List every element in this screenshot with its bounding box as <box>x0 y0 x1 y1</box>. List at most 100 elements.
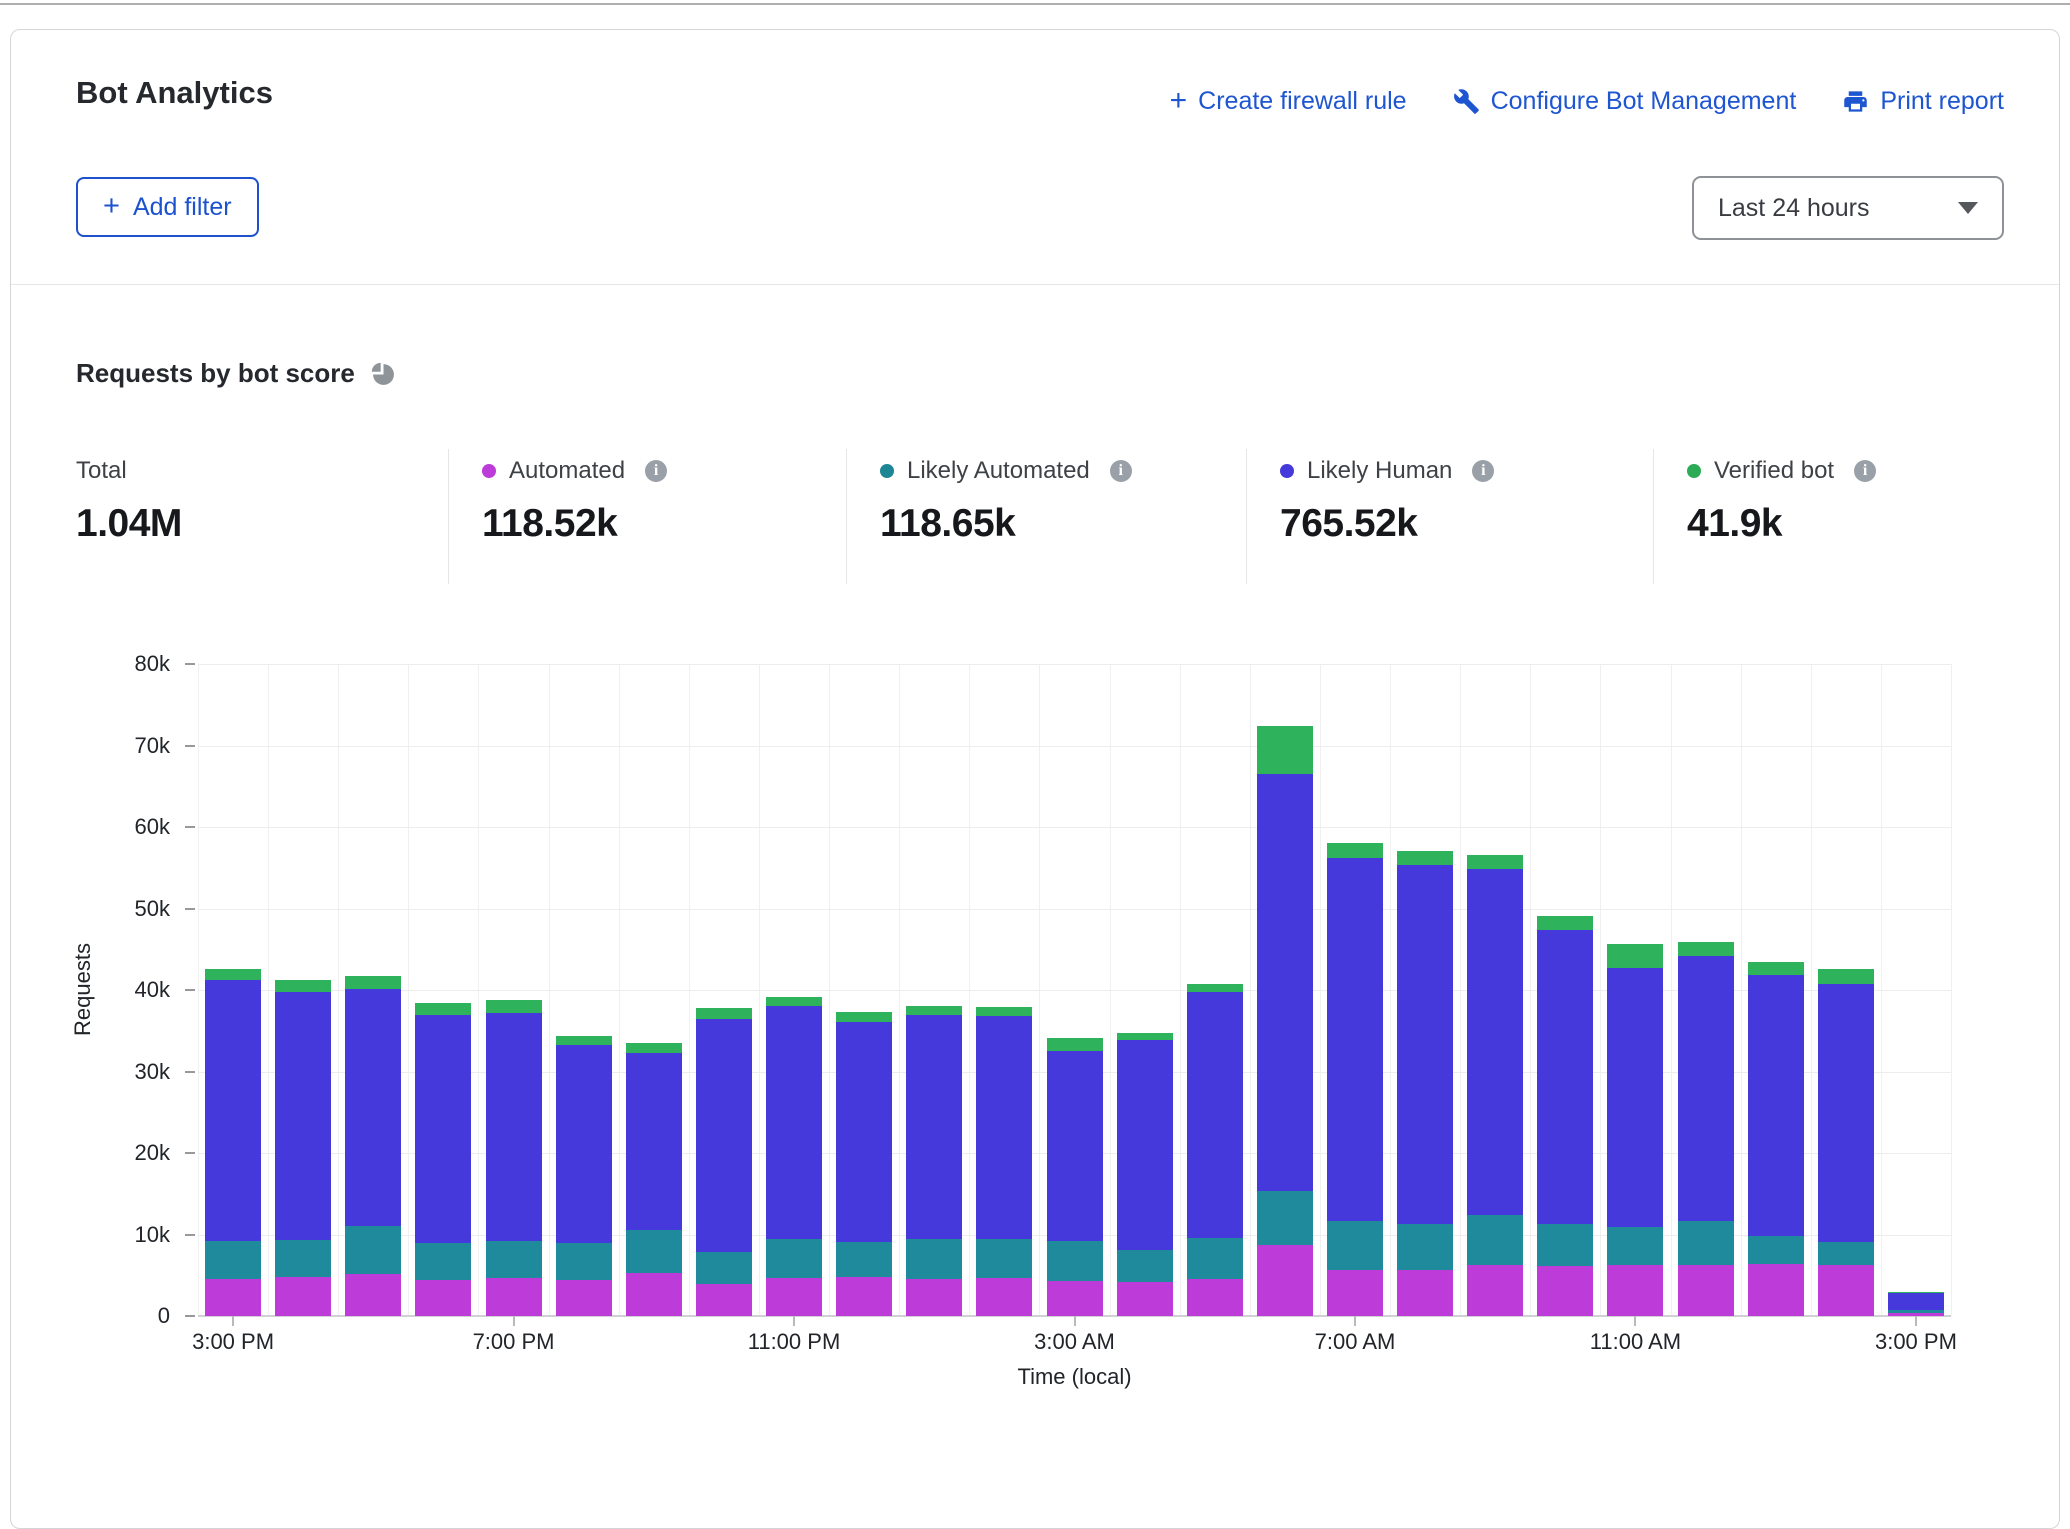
bar-segment-verified-bot[interactable] <box>556 1036 612 1045</box>
bar-segment-likely-automated[interactable] <box>1397 1224 1453 1270</box>
bar-segment-likely-human[interactable] <box>1537 930 1593 1224</box>
bar-segment-likely-automated[interactable] <box>486 1241 542 1278</box>
bar-segment-likely-human[interactable] <box>766 1006 822 1240</box>
bar-segment-verified-bot[interactable] <box>1748 962 1804 974</box>
bar-segment-automated[interactable] <box>1117 1282 1173 1316</box>
bar-segment-automated[interactable] <box>1047 1281 1103 1316</box>
bar-segment-automated[interactable] <box>626 1273 682 1316</box>
bar-segment-likely-human[interactable] <box>1748 975 1804 1237</box>
info-icon[interactable]: i <box>1472 460 1494 482</box>
bar-segment-verified-bot[interactable] <box>696 1008 752 1019</box>
bar-segment-likely-human[interactable] <box>345 989 401 1226</box>
bar-segment-likely-human[interactable] <box>626 1053 682 1230</box>
bar-segment-verified-bot[interactable] <box>415 1003 471 1015</box>
bar-segment-automated[interactable] <box>275 1277 331 1316</box>
bar-segment-likely-human[interactable] <box>976 1016 1032 1239</box>
bar-segment-verified-bot[interactable] <box>906 1006 962 1016</box>
bar-segment-likely-automated[interactable] <box>1257 1191 1313 1246</box>
bar-segment-likely-automated[interactable] <box>696 1252 752 1285</box>
bar-segment-automated[interactable] <box>1537 1266 1593 1316</box>
bar-segment-likely-human[interactable] <box>1818 984 1874 1242</box>
bar-segment-likely-automated[interactable] <box>1327 1221 1383 1269</box>
bar-segment-automated[interactable] <box>976 1278 1032 1316</box>
bar-segment-automated[interactable] <box>1257 1245 1313 1316</box>
bar-segment-verified-bot[interactable] <box>1327 843 1383 858</box>
bar-segment-likely-human[interactable] <box>1607 968 1663 1227</box>
bar-segment-likely-human[interactable] <box>1047 1051 1103 1241</box>
bar-segment-verified-bot[interactable] <box>976 1007 1032 1016</box>
bar-segment-likely-human[interactable] <box>556 1045 612 1242</box>
bar-segment-verified-bot[interactable] <box>626 1043 682 1053</box>
bar-segment-automated[interactable] <box>1818 1265 1874 1316</box>
bar-segment-automated[interactable] <box>1607 1265 1663 1316</box>
bar-segment-verified-bot[interactable] <box>1257 726 1313 774</box>
bar-segment-likely-human[interactable] <box>486 1013 542 1241</box>
bar-segment-likely-human[interactable] <box>275 992 331 1241</box>
bar-segment-likely-automated[interactable] <box>1537 1224 1593 1266</box>
bar-segment-likely-human[interactable] <box>1327 858 1383 1221</box>
bar-segment-verified-bot[interactable] <box>1047 1038 1103 1051</box>
bar-segment-likely-human[interactable] <box>1397 865 1453 1224</box>
bar-segment-automated[interactable] <box>345 1274 401 1316</box>
bar-segment-automated[interactable] <box>415 1280 471 1316</box>
bar-segment-likely-human[interactable] <box>1257 774 1313 1190</box>
bar-segment-automated[interactable] <box>1678 1265 1734 1316</box>
bar-segment-automated[interactable] <box>1467 1265 1523 1316</box>
bar-segment-likely-automated[interactable] <box>1117 1250 1173 1282</box>
bar-segment-likely-automated[interactable] <box>976 1239 1032 1277</box>
bar-segment-likely-automated[interactable] <box>275 1240 331 1277</box>
bar-segment-likely-automated[interactable] <box>1888 1310 1944 1312</box>
info-icon[interactable]: i <box>1854 460 1876 482</box>
bar-segment-verified-bot[interactable] <box>1607 944 1663 968</box>
bar-segment-likely-automated[interactable] <box>766 1239 822 1277</box>
time-range-select[interactable]: Last 24 hours <box>1692 176 2004 240</box>
bar-segment-automated[interactable] <box>486 1278 542 1316</box>
bar-segment-likely-automated[interactable] <box>1187 1238 1243 1280</box>
bar-segment-verified-bot[interactable] <box>345 976 401 989</box>
bar-segment-automated[interactable] <box>696 1284 752 1316</box>
bar-segment-automated[interactable] <box>906 1279 962 1316</box>
bar-segment-likely-automated[interactable] <box>1678 1221 1734 1264</box>
bar-segment-automated[interactable] <box>1397 1270 1453 1316</box>
bar-segment-likely-automated[interactable] <box>836 1242 892 1277</box>
bar-segment-likely-human[interactable] <box>696 1019 752 1252</box>
bar-segment-verified-bot[interactable] <box>1397 851 1453 864</box>
bar-segment-likely-human[interactable] <box>205 980 261 1241</box>
bar-segment-automated[interactable] <box>1327 1270 1383 1316</box>
bar-segment-verified-bot[interactable] <box>1537 916 1593 930</box>
bar-segment-automated[interactable] <box>556 1280 612 1316</box>
bar-segment-likely-human[interactable] <box>836 1022 892 1242</box>
configure-bot-management-link[interactable]: Configure Bot Management <box>1453 87 1797 116</box>
bar-segment-likely-human[interactable] <box>1187 992 1243 1237</box>
bar-segment-likely-automated[interactable] <box>1818 1242 1874 1265</box>
bar-segment-automated[interactable] <box>1187 1279 1243 1316</box>
bar-segment-verified-bot[interactable] <box>1187 984 1243 993</box>
bar-segment-likely-automated[interactable] <box>1467 1215 1523 1265</box>
bar-segment-automated[interactable] <box>205 1279 261 1316</box>
bar-segment-likely-automated[interactable] <box>345 1226 401 1274</box>
bar-segment-likely-automated[interactable] <box>626 1230 682 1273</box>
bar-segment-likely-human[interactable] <box>1888 1293 1944 1310</box>
bar-segment-likely-automated[interactable] <box>556 1243 612 1280</box>
bar-segment-likely-human[interactable] <box>1467 869 1523 1215</box>
bar-segment-verified-bot[interactable] <box>486 1000 542 1013</box>
create-firewall-rule-link[interactable]: + Create firewall rule <box>1170 86 1407 116</box>
bar-segment-likely-automated[interactable] <box>415 1243 471 1280</box>
bar-segment-automated[interactable] <box>766 1278 822 1316</box>
bar-segment-automated[interactable] <box>1748 1264 1804 1316</box>
bar-segment-verified-bot[interactable] <box>766 997 822 1006</box>
bar-segment-likely-human[interactable] <box>1117 1040 1173 1250</box>
bar-segment-automated[interactable] <box>836 1277 892 1316</box>
bar-segment-verified-bot[interactable] <box>1888 1292 1944 1293</box>
info-icon[interactable]: i <box>645 460 667 482</box>
bar-segment-likely-human[interactable] <box>906 1015 962 1238</box>
bar-segment-likely-human[interactable] <box>1678 956 1734 1222</box>
bar-segment-verified-bot[interactable] <box>275 980 331 991</box>
print-report-link[interactable]: Print report <box>1842 87 2004 116</box>
bar-segment-likely-automated[interactable] <box>906 1239 962 1279</box>
bar-segment-likely-automated[interactable] <box>1748 1236 1804 1264</box>
bar-segment-likely-human[interactable] <box>415 1015 471 1243</box>
bar-segment-verified-bot[interactable] <box>1467 855 1523 870</box>
bar-segment-verified-bot[interactable] <box>836 1012 892 1022</box>
add-filter-button[interactable]: + Add filter <box>76 177 259 237</box>
